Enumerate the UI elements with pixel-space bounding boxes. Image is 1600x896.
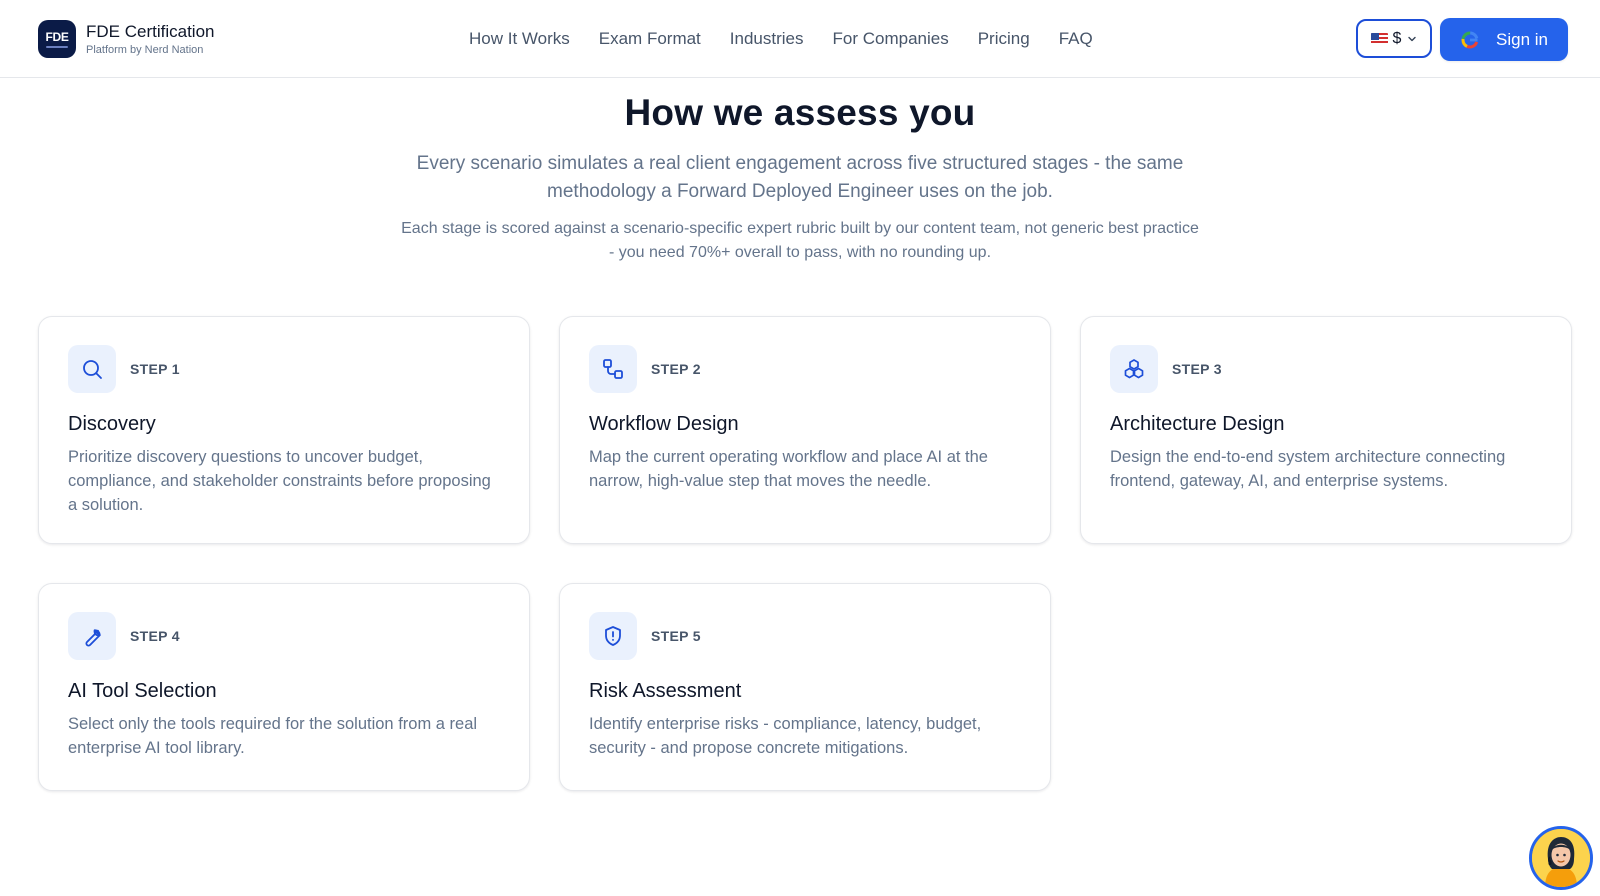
step-label: STEP 1 (130, 361, 180, 377)
step-label: STEP 5 (651, 628, 701, 644)
top-header: FDE FDE Certification Platform by Nerd N… (0, 0, 1600, 78)
logo-text: FDE (45, 29, 69, 44)
step-title: AI Tool Selection (68, 680, 217, 702)
google-icon (1461, 31, 1479, 48)
fde-logo: FDE (38, 20, 76, 58)
step-title: Architecture Design (1110, 413, 1285, 435)
boxes-icon (1110, 345, 1158, 393)
step-description: Prioritize discovery questions to uncove… (68, 448, 491, 514)
brand[interactable]: FDE FDE Certification Platform by Nerd N… (38, 20, 214, 58)
logo-underline (46, 45, 68, 48)
assistant-avatar-icon (1532, 829, 1590, 887)
step-description: Identify enterprise risks - compliance, … (589, 715, 982, 757)
nav-industries[interactable]: Industries (730, 28, 804, 50)
chevron-down-icon (1408, 36, 1417, 41)
nav-faq[interactable]: FAQ (1059, 28, 1093, 50)
main-nav: How It Works Exam Format Industries For … (469, 28, 1122, 50)
brand-text: FDE Certification Platform by Nerd Natio… (86, 22, 214, 57)
brand-title: FDE Certification (86, 21, 215, 41)
nav-how-it-works[interactable]: How It Works (469, 28, 570, 50)
us-flag-icon (1370, 32, 1388, 45)
step-label: STEP 3 (1172, 361, 1222, 377)
brand-subtitle: Platform by Nerd Nation (86, 43, 204, 56)
assistant-avatar-button[interactable] (1529, 826, 1593, 890)
step-label: STEP 4 (130, 628, 180, 644)
step-card-workflow-design: STEP 2 Workflow Design Map the current o… (559, 316, 1051, 544)
workflow-icon (589, 345, 637, 393)
step-label: STEP 2 (651, 361, 701, 377)
step-card-architecture-design: STEP 3 Architecture Design Design the en… (1080, 316, 1572, 544)
step-card-ai-tool-selection: STEP 4 AI Tool Selection Select only the… (38, 583, 530, 791)
section-title: How we assess you (624, 92, 976, 133)
search-icon (68, 345, 116, 393)
nav-pricing[interactable]: Pricing (978, 28, 1030, 50)
currency-symbol: $ (1392, 29, 1402, 47)
step-title: Workflow Design (589, 413, 739, 435)
step-description: Map the current operating workflow and p… (589, 448, 988, 490)
section-lead: Every scenario simulates a real client e… (416, 153, 1184, 202)
section-note: Each stage is scored against a scenario-… (401, 220, 1199, 261)
shield-alert-icon (589, 612, 637, 660)
wrench-icon (68, 612, 116, 660)
step-description: Design the end-to-end system architectur… (1110, 448, 1506, 490)
step-title: Risk Assessment (589, 680, 742, 702)
step-title: Discovery (68, 413, 156, 435)
currency-selector[interactable]: $ (1356, 19, 1432, 58)
nav-for-companies[interactable]: For Companies (833, 28, 949, 50)
step-card-risk-assessment: STEP 5 Risk Assessment Identify enterpri… (559, 583, 1051, 791)
nav-exam-format[interactable]: Exam Format (599, 28, 701, 50)
sign-in-button[interactable]: Sign in (1440, 18, 1568, 61)
sign-in-label: Sign in (1496, 29, 1548, 49)
step-card-discovery: STEP 1 Discovery Prioritize discovery qu… (38, 316, 530, 544)
step-description: Select only the tools required for the s… (68, 715, 478, 757)
